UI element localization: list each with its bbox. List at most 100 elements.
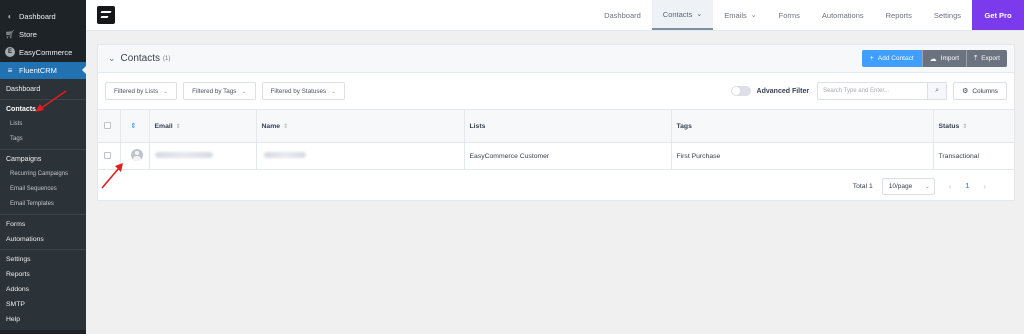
row-select-cell — [98, 142, 121, 170]
fluentcrm-top-nav: Dashboard Contacts ⌄ Emails ⌄ Forms Auto… — [86, 0, 1024, 31]
row-name-cell[interactable] — [256, 142, 465, 170]
columns-button[interactable]: ⚙ Columns — [953, 82, 1007, 100]
submenu-tags[interactable]: Tags — [0, 132, 86, 147]
easycommerce-icon: E — [5, 47, 15, 57]
row-tags-cell: First Purchase — [671, 142, 934, 170]
filter-bar: Filtered by Lists ⌄ Filtered by Tags ⌄ F… — [98, 73, 1014, 109]
cart-icon: 🛒︎ — [4, 29, 16, 39]
export-icon: ⤒ — [974, 54, 978, 62]
header-name[interactable]: Name ⇕ — [256, 109, 465, 143]
header-lists: Lists — [464, 109, 672, 143]
filter-lists-dropdown[interactable]: Filtered by Lists ⌄ — [105, 82, 178, 100]
submenu-lists[interactable]: Lists — [0, 117, 86, 132]
redacted-email — [154, 152, 213, 158]
wp-menu-dashboard[interactable]: ◐ Dashboard — [0, 8, 86, 24]
wp-menu-easycommerce-label: EasyCommerce — [19, 47, 73, 57]
export-label: Export — [981, 55, 1000, 62]
header-sort[interactable]: ⇕ — [120, 109, 150, 143]
submenu-reports[interactable]: Reports — [0, 267, 86, 282]
header-email-label: Email — [154, 122, 173, 130]
contacts-count: (1) — [163, 55, 171, 62]
search-placeholder: Search Type and Enter... — [823, 88, 889, 94]
get-pro-button[interactable]: Get Pro — [972, 0, 1024, 30]
sort-icon[interactable]: ⇕ — [176, 124, 181, 130]
advanced-filter: Advanced Filter — [730, 86, 810, 96]
dashboard-icon: ◐ — [7, 11, 13, 21]
row-lists-cell: EasyCommerce Customer — [464, 142, 672, 170]
submenu-smtp[interactable]: SMTP — [0, 297, 86, 312]
submenu-recurring-campaigns[interactable]: Recurring Campaigns — [0, 167, 86, 182]
submenu-dashboard[interactable]: Dashboard — [0, 82, 86, 97]
row-status-cell: Transactional — [933, 142, 1014, 170]
select-all-checkbox[interactable] — [104, 121, 111, 129]
page-size-select[interactable]: 10/page ⌄ — [881, 177, 935, 195]
header-name-label: Name — [261, 122, 281, 130]
filter-lists-label: Filtered by Lists — [114, 87, 159, 95]
fluentcrm-logo[interactable] — [97, 6, 115, 24]
search-icon[interactable]: ⌕ — [927, 83, 947, 99]
wp-menu-easycommerce[interactable]: E EasyCommerce — [0, 44, 86, 60]
submenu-help[interactable]: Help — [0, 312, 86, 327]
sort-icon[interactable]: ⇕ — [962, 124, 967, 130]
add-contact-button[interactable]: + Add Contact — [861, 50, 922, 67]
header-select-all[interactable] — [98, 109, 121, 143]
table-row[interactable]: EasyCommerce Customer First Purchase Tra… — [98, 142, 1014, 170]
advanced-filter-label: Advanced Filter — [756, 87, 810, 95]
chevron-down-icon: ⌄ — [750, 12, 757, 19]
submenu-settings[interactable]: Settings — [0, 252, 86, 267]
chevron-down-icon: ⌄ — [696, 11, 703, 18]
redacted-name — [263, 152, 306, 158]
nav-automations[interactable]: Automations — [811, 0, 875, 30]
add-contact-label: Add Contact — [877, 55, 914, 62]
sort-icon[interactable]: ⇕ — [131, 123, 137, 130]
table-header-row: ⇕ Email ⇕ Name ⇕ Lists Tags Status ⇕ — [98, 109, 1014, 143]
row-checkbox[interactable] — [104, 151, 111, 159]
nav-dashboard[interactable]: Dashboard — [593, 0, 652, 30]
gear-icon: ⚙ — [962, 88, 969, 95]
filter-statuses-label: Filtered by Statuses — [270, 87, 327, 95]
avatar[interactable] — [130, 149, 143, 161]
row-email-cell[interactable] — [149, 142, 257, 170]
header-email[interactable]: Email ⇕ — [149, 109, 257, 143]
nav-contacts[interactable]: Contacts ⌄ — [651, 0, 714, 30]
pagination-total: Total 1 — [852, 182, 873, 190]
page-number-current[interactable]: 1 — [965, 183, 969, 190]
chevron-down-icon[interactable]: ⌄ — [108, 53, 116, 64]
filter-tags-label: Filtered by Tags — [192, 87, 237, 95]
import-button[interactable]: ☁ Import — [921, 50, 967, 67]
header-status[interactable]: Status ⇕ — [933, 109, 1014, 143]
filter-statuses-dropdown[interactable]: Filtered by Statuses ⌄ — [261, 82, 346, 100]
fluentcrm-icon: ≡ — [7, 66, 13, 75]
submenu-addons[interactable]: Addons — [0, 282, 86, 297]
submenu-email-templates[interactable]: Email Templates — [0, 197, 86, 212]
submenu-contacts[interactable]: Contacts — [0, 102, 86, 117]
search-input[interactable]: Search Type and Enter... ⌕ — [817, 82, 948, 100]
row-avatar-cell — [120, 142, 150, 170]
columns-label: Columns — [972, 87, 998, 95]
submenu-divider — [0, 214, 86, 215]
nav-reports[interactable]: Reports — [875, 0, 923, 30]
wp-menu-store[interactable]: 🛒︎ Store — [0, 26, 86, 42]
submenu-automations[interactable]: Automations — [0, 232, 86, 247]
nav-settings[interactable]: Settings — [923, 0, 972, 30]
submenu-forms[interactable]: Forms — [0, 217, 86, 232]
submenu-divider — [0, 99, 86, 100]
prev-page-icon[interactable]: ‹ — [949, 182, 952, 191]
submenu-divider — [0, 249, 86, 250]
nav-emails[interactable]: Emails ⌄ — [713, 0, 767, 30]
sort-icon[interactable]: ⇕ — [283, 124, 288, 130]
chevron-down-icon: ⌄ — [331, 88, 337, 95]
submenu-email-sequences[interactable]: Email Sequences — [0, 182, 86, 197]
export-button[interactable]: ⤒ Export — [966, 50, 1007, 67]
header-tags: Tags — [671, 109, 934, 143]
nav-contacts-label: Contacts — [662, 9, 693, 19]
wp-menu-fluentcrm[interactable]: ≡ FluentCRM — [0, 62, 86, 79]
submenu-campaigns[interactable]: Campaigns — [0, 152, 86, 167]
fluentcrm-submenu: Dashboard Contacts Lists Tags Campaigns … — [0, 79, 86, 330]
next-page-icon[interactable]: › — [983, 182, 986, 191]
filter-tags-dropdown[interactable]: Filtered by Tags ⌄ — [183, 82, 256, 100]
chevron-down-icon: ⌄ — [241, 88, 247, 95]
submenu-divider — [0, 149, 86, 150]
advanced-filter-toggle[interactable] — [730, 86, 751, 96]
nav-forms[interactable]: Forms — [768, 0, 811, 30]
